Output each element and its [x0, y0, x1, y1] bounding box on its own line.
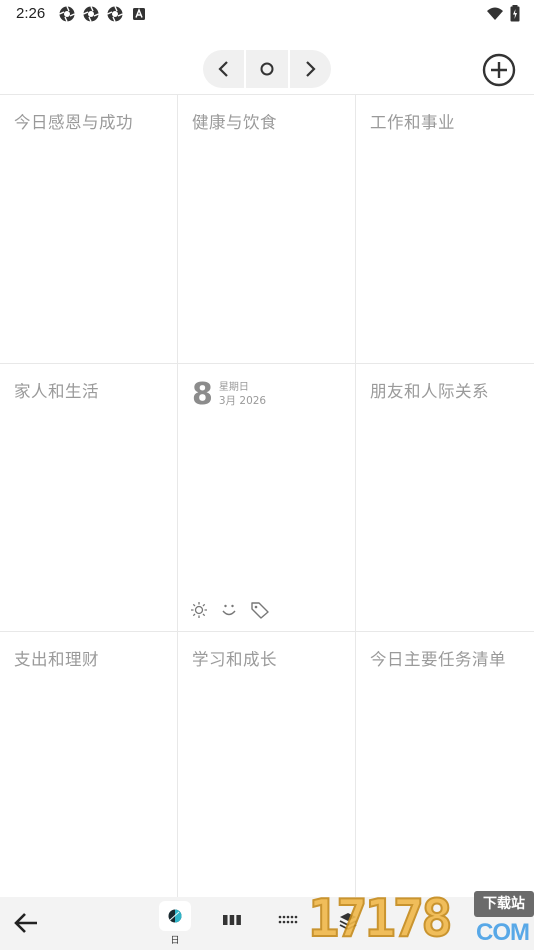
grid-cell-tasks[interactable]: 今日主要任务清单: [356, 632, 534, 898]
day-icons: [190, 601, 270, 619]
date-display: 8 星期日 3月 2026: [192, 380, 266, 410]
arrow-left-icon[interactable]: [12, 911, 40, 935]
day-circle-icon: [168, 909, 182, 923]
chevron-right-icon: [306, 61, 316, 77]
date-meta: 星期日 3月 2026: [219, 382, 266, 408]
aperture-icon: [83, 6, 99, 22]
chevron-left-icon: [218, 61, 228, 77]
day-tile: [159, 901, 191, 931]
dots-grid-icon[interactable]: [278, 913, 300, 927]
status-time: 2:26: [16, 5, 46, 22]
status-bar: 2:26: [0, 0, 534, 28]
tab-day-label: 日: [170, 936, 180, 946]
watermark-domain: COM: [476, 919, 530, 946]
watermark-logo: 17178 下载站 COM: [307, 885, 534, 950]
cell-title: 今日主要任务清单: [370, 650, 506, 669]
grid-cell-health[interactable]: 健康与饮食: [178, 95, 356, 364]
cell-title: 学习和成长: [192, 650, 277, 669]
cell-title: 家人和生活: [14, 382, 99, 401]
aperture-icon: [59, 6, 75, 22]
wifi-icon: [487, 7, 503, 20]
a-box-icon: [133, 7, 145, 20]
grid-cell-finance[interactable]: 支出和理财: [0, 632, 178, 898]
cell-title: 朋友和人际关系: [370, 382, 489, 401]
date-weekday: 星期日: [218, 382, 249, 393]
date-month-year: 3月 2026: [218, 395, 267, 407]
watermark-badge: 下载站: [474, 891, 534, 917]
date-day: 8: [192, 377, 213, 412]
grid-cell-learning[interactable]: 学习和成长: [178, 632, 356, 898]
plus-circle-icon[interactable]: [482, 53, 516, 87]
cell-title: 健康与饮食: [192, 113, 277, 132]
watermark-number: 17178: [307, 888, 454, 950]
next-day-button[interactable]: [290, 50, 331, 88]
grid-cell-family[interactable]: 家人和生活: [0, 364, 178, 632]
grid-cell-gratitude[interactable]: 今日感恩与成功: [0, 95, 178, 364]
battery-charging-icon: [510, 5, 520, 22]
grid-cell-friends[interactable]: 朋友和人际关系: [356, 364, 534, 632]
date-navigator: [203, 50, 331, 88]
system-icons: [486, 5, 520, 22]
columns-icon[interactable]: [222, 913, 242, 927]
grid-cell-work[interactable]: 工作和事业: [356, 95, 534, 364]
cell-title: 支出和理财: [14, 650, 99, 669]
notification-icons: [58, 5, 148, 23]
circle-icon: [260, 62, 274, 76]
tag-icon[interactable]: [250, 601, 270, 619]
cell-title: 今日感恩与成功: [14, 113, 133, 132]
sun-icon[interactable]: [190, 601, 208, 619]
aperture-icon: [107, 6, 123, 22]
grid-cell-center-date[interactable]: 8 星期日 3月 2026: [178, 364, 356, 632]
smile-icon[interactable]: [220, 601, 238, 619]
cell-title: 工作和事业: [370, 113, 455, 132]
tab-day-view[interactable]: 日: [159, 901, 191, 947]
today-button[interactable]: [246, 50, 290, 88]
previous-day-button[interactable]: [203, 50, 247, 88]
daily-grid: 今日感恩与成功 健康与饮食 工作和事业 家人和生活 8 星期日 3月 2026: [0, 94, 534, 898]
